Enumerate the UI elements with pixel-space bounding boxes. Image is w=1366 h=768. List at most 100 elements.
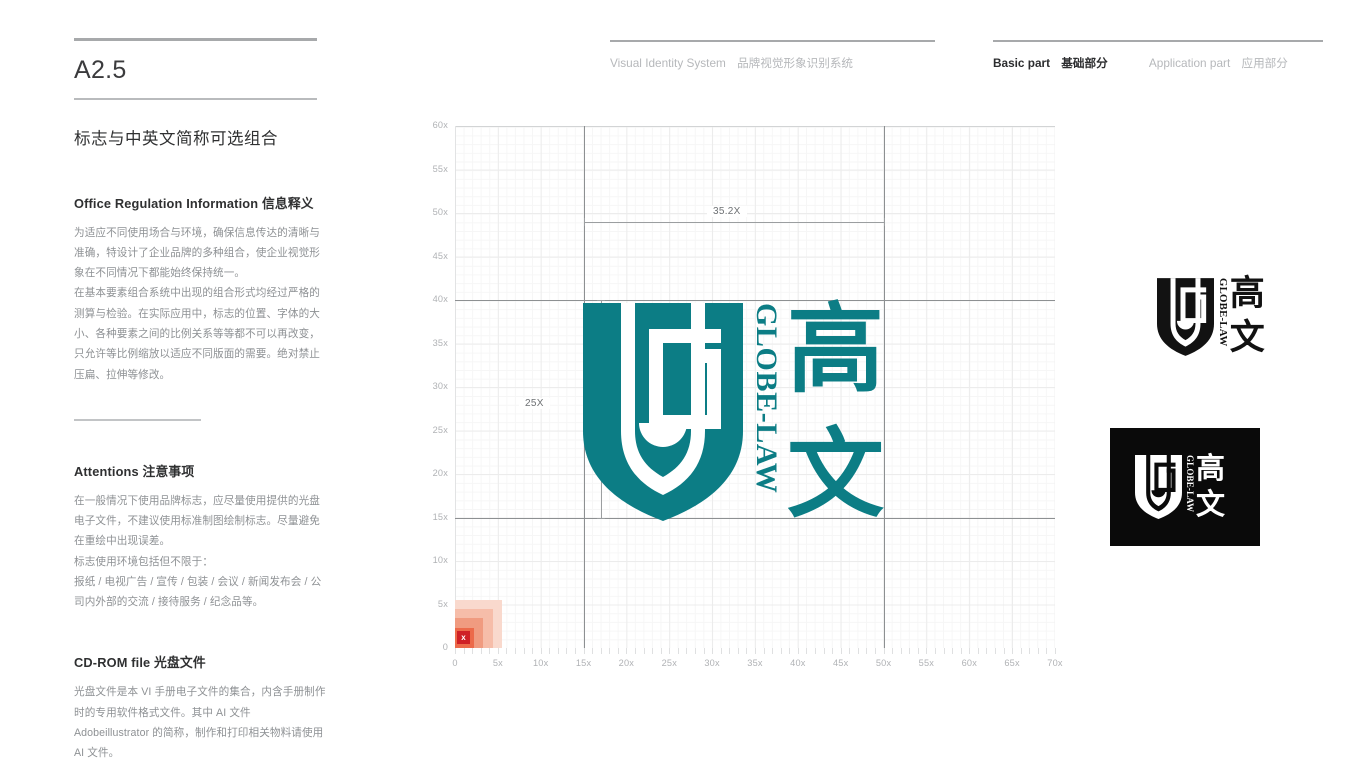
x-axis-ticks (455, 648, 1056, 655)
logo-latin-name: GLOBE-LAW (1185, 455, 1195, 513)
code-divider (74, 98, 317, 100)
x-tick-label: 65x (1004, 658, 1020, 668)
header-identity-group: Visual Identity System 品牌视觉形象识别系统 (610, 40, 935, 71)
section-heading: Office Regulation Information 信息释义 (74, 193, 328, 212)
section-body: 光盘文件是本 VI 手册电子文件的集合，内含手册制作时的专用软件格式文件。其中 … (74, 682, 328, 763)
dimension-line-horizontal (583, 221, 884, 223)
x-tick-label: 60x (961, 658, 977, 668)
x-tick-label: 50x (875, 658, 892, 668)
section-heading: Attentions 注意事项 (74, 461, 328, 480)
page-code: A2.5 (74, 56, 127, 84)
section-cdrom-file: CD-ROM file 光盘文件 光盘文件是本 VI 手册电子文件的集合，内含手… (74, 652, 328, 763)
x-tick-label: 25x (661, 658, 677, 668)
logo-cn-char-2: 文 (1229, 318, 1265, 359)
page-title: 标志与中英文简称可选组合 (74, 129, 278, 148)
dimension-label-height: 25X (519, 398, 550, 409)
header-divider (993, 40, 1323, 43)
shield-emblem-icon (1135, 455, 1182, 519)
y-tick-label: 15x (432, 511, 448, 522)
logo-cn-char-2: 文 (1196, 487, 1226, 522)
paragraph: 在一般情况下使用品牌标志，应尽量使用提供的光盘电子文件，不建议使用标准制图绘制标… (74, 494, 320, 548)
logo-cn-char-1: 高 (1196, 451, 1226, 485)
section-heading-cn: 光盘文件 (154, 655, 206, 671)
section-heading-en: Attentions (74, 463, 139, 479)
section-body: 在一般情况下使用品牌标志，应尽量使用提供的光盘电子文件，不建议使用标准制图绘制标… (74, 491, 328, 613)
section-heading-cn: 注意事项 (142, 463, 195, 479)
header-part-row: Basic part 基础部分 Application part 应用部分 (993, 55, 1323, 71)
section-divider (74, 419, 201, 421)
dimension-cap-right (883, 217, 885, 226)
y-tick-label: 45x (432, 250, 448, 261)
x-axis: 0 5x 10x 15x 20x 25x 30x 35x 40x 45x 50x… (452, 658, 1062, 672)
x-tick-label: 45x (832, 658, 849, 668)
shield-emblem-icon (1157, 278, 1214, 356)
x-tick-label: 20x (618, 658, 635, 668)
grid-frame-left (455, 126, 456, 648)
y-tick-label: 10x (432, 555, 448, 565)
top-divider (74, 38, 317, 41)
nav-application-part-cn: 应用部分 (1241, 57, 1288, 71)
section-heading-en: Office Regulation Information (74, 195, 259, 211)
nav-basic-part-en: Basic part (993, 56, 1051, 71)
x-tick-label: 10x (532, 658, 549, 668)
x-tick-label: 35x (747, 658, 763, 668)
y-tick-label: 20x (432, 468, 448, 478)
x-tick-label: 40x (790, 658, 806, 668)
section-attentions: Attentions 注意事项 在一般情况下使用品牌标志，应尽量使用提供的光盘电… (74, 461, 328, 613)
x-tick-label: 55x (918, 658, 935, 668)
dimension-cap-left (583, 217, 585, 226)
section-body: 为适应不同使用场合与环境，确保信息传达的清晰与准确，特设计了企业品牌的多种组合，… (74, 223, 328, 386)
nav-application-part[interactable]: Application part 应用部分 (1149, 55, 1288, 71)
paragraph: 标志使用环境包括但不限于： (74, 555, 214, 568)
y-tick-label: 40x (432, 294, 448, 304)
section-heading-cn: 信息释义 (261, 195, 314, 211)
x-tick-label: 15x (575, 658, 592, 668)
dimension-label-width: 35.2X (707, 206, 747, 217)
header-divider (610, 40, 935, 43)
section-heading-en: CD-ROM file (74, 655, 151, 671)
logo-lockup-reverse: GLOBE-LAW 高 文 (1135, 451, 1226, 522)
x-tick-label: 30x (704, 658, 720, 668)
logo-cn-char-1: 高 (1229, 274, 1265, 314)
y-tick-label: 50x (432, 207, 448, 217)
logo-latin-name: GLOBE-LAW (1216, 278, 1229, 347)
x-tick-label: 0 (452, 658, 458, 668)
header-identity-en: Visual Identity System (610, 56, 726, 71)
y-axis: 60x 55x 50x 45x 40x 35x 30x 25x 20x 15x … (418, 120, 448, 652)
paragraph: 为适应不同使用场合与环境，确保信息传达的清晰与准确，特设计了企业品牌的多种组合，… (74, 226, 320, 280)
shield-emblem-icon (583, 303, 743, 521)
dimension-cap-top (596, 300, 605, 301)
header-part-nav: Basic part 基础部分 Application part 应用部分 (993, 40, 1323, 71)
paragraph: 报纸 / 电视广告 / 宣传 / 包装 / 会议 / 新闻发布会 / 公司内外部… (74, 575, 322, 609)
y-tick-label: 0 (442, 642, 448, 652)
reference-line-y40 (455, 300, 1055, 301)
logo-cn-char-1: 高 (787, 293, 884, 406)
logo-lockup-primary: GLOBE-LAW 高 文 (583, 293, 884, 531)
nav-basic-part-cn: 基础部分 (1061, 57, 1108, 71)
header-identity-cn: 品牌视觉形象识别系统 (737, 57, 854, 71)
section-heading: CD-ROM file 光盘文件 (74, 652, 328, 671)
paragraph: 光盘文件是本 VI 手册电子文件的集合，内含手册制作时的专用软件格式文件。其中 … (74, 686, 326, 760)
y-tick-label: 35x (432, 337, 448, 348)
header-identity-label: Visual Identity System 品牌视觉形象识别系统 (610, 55, 935, 71)
nav-basic-part[interactable]: Basic part 基础部分 (993, 55, 1108, 71)
logo-chinese-name: 高 文 (1229, 274, 1265, 359)
grid-frame-top (455, 126, 1055, 127)
logo-chinese-name: 高 文 (1196, 451, 1226, 522)
y-tick-label: 60x (432, 120, 448, 130)
logo-lockup-black: GLOBE-LAW 高 文 (1157, 274, 1265, 359)
logo-chinese-name: 高 文 (787, 293, 884, 531)
paragraph: 在基本要素组合系统中出现的组合形式均经过严格的测算与检验。在实际应用中，标志的位… (74, 287, 320, 381)
y-tick-label: 5x (437, 598, 448, 609)
x-tick-label: 5x (492, 658, 503, 668)
y-tick-label: 30x (432, 381, 448, 391)
y-tick-label: 25x (432, 424, 448, 435)
x-tick-label: 70x (1047, 658, 1063, 668)
vi-manual-page: A2.5 标志与中英文简称可选组合 Office Regulation Info… (0, 0, 1366, 768)
unit-size-swatch: x (455, 600, 502, 648)
unit-badge: x (457, 631, 470, 644)
nav-application-part-en: Application part (1148, 56, 1231, 71)
left-text-column: A2.5 标志与中英文简称可选组合 Office Regulation Info… (74, 38, 328, 764)
logo-latin-name: GLOBE-LAW (750, 303, 783, 494)
logo-cn-char-2: 文 (787, 417, 884, 531)
